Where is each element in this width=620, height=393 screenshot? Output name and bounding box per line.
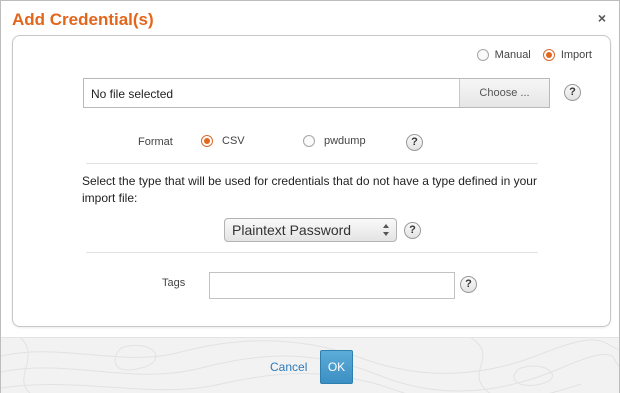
- file-name-display: No file selected: [91, 87, 174, 101]
- tags-label: Tags: [162, 277, 186, 289]
- import-radio[interactable]: [542, 49, 555, 61]
- select-arrows-icon: [383, 224, 389, 236]
- dialog-title: Add Credential(s): [12, 10, 154, 29]
- dialog-footer: Cancel OK: [1, 337, 619, 393]
- format-label: Format: [138, 136, 173, 148]
- mode-option-manual[interactable]: Manual: [476, 49, 531, 61]
- contour-pattern-background: [1, 338, 619, 393]
- add-credentials-dialog: Add Credential(s) × Manual Import No fil…: [0, 0, 620, 393]
- file-picker[interactable]: No file selected Choose ...: [83, 78, 550, 108]
- manual-label: Manual: [494, 49, 531, 61]
- choose-file-button[interactable]: Choose ...: [459, 79, 549, 107]
- format-option-pwdump[interactable]: pwdump: [303, 135, 366, 147]
- file-help-icon[interactable]: ?: [564, 84, 581, 101]
- mode-selector: Manual Import: [468, 49, 592, 64]
- cancel-button[interactable]: Cancel: [270, 360, 307, 374]
- mode-option-import[interactable]: Import: [542, 49, 592, 61]
- csv-radio[interactable]: [201, 135, 213, 147]
- credential-type-select[interactable]: Plaintext Password: [224, 218, 397, 242]
- divider: [86, 252, 538, 253]
- csv-label: CSV: [222, 135, 245, 147]
- format-help-icon[interactable]: ?: [406, 134, 423, 151]
- type-description: Select the type that will be used for cr…: [82, 174, 537, 205]
- format-option-csv[interactable]: CSV: [201, 135, 245, 147]
- close-icon[interactable]: ×: [595, 11, 609, 25]
- credential-form-panel: Manual Import No file selected Choose ..…: [12, 35, 611, 327]
- import-label: Import: [560, 49, 592, 61]
- tags-help-icon[interactable]: ?: [460, 276, 477, 293]
- tags-input[interactable]: [209, 272, 455, 299]
- manual-radio[interactable]: [476, 49, 489, 61]
- pwdump-radio[interactable]: [303, 135, 315, 147]
- type-help-icon[interactable]: ?: [404, 222, 421, 239]
- divider: [86, 163, 538, 164]
- ok-button[interactable]: OK: [320, 350, 353, 384]
- credential-type-value: Plaintext Password: [232, 222, 352, 238]
- pwdump-label: pwdump: [324, 135, 366, 147]
